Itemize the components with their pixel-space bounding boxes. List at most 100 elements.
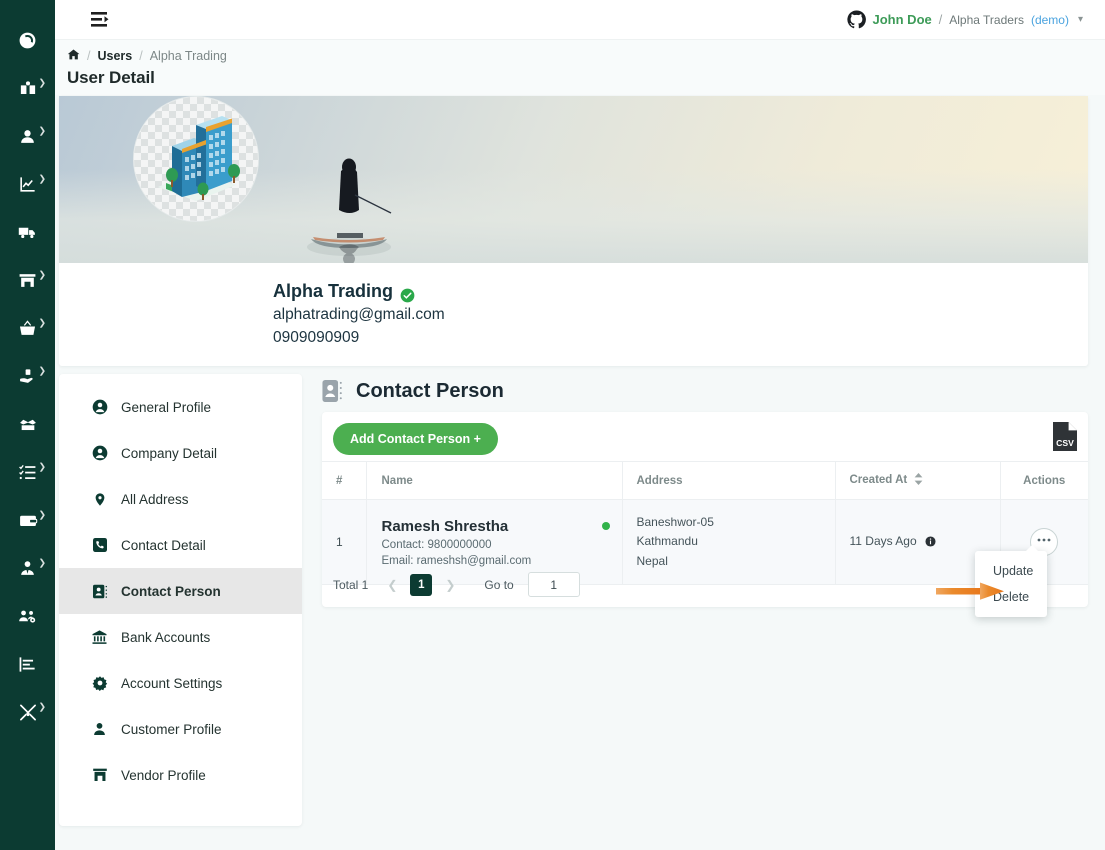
top-header-bar: John Doe / Alpha Traders (demo) ▾ <box>55 0 1105 40</box>
rail-item-catalog[interactable]: ❯ <box>0 64 55 112</box>
book-user-icon <box>18 79 38 98</box>
sidebar-item-contact-detail[interactable]: Contact Detail <box>59 522 302 568</box>
chevron-right-icon: ❯ <box>38 509 46 520</box>
office-building-illustration <box>158 116 240 201</box>
users-gear-icon <box>17 607 38 626</box>
user-name-label: John Doe <box>872 12 932 27</box>
cell-address: Baneshwor-05 Kathmandu Nepal <box>622 499 836 586</box>
org-mode-label: (demo) <box>1030 12 1069 27</box>
rail-item-tasks[interactable]: ❯ <box>0 448 55 496</box>
pagination-next-button[interactable]: ❯ <box>439 574 461 596</box>
sidebar-item-vendor-profile[interactable]: Vendor Profile <box>59 752 302 798</box>
chevron-right-icon: ❯ <box>38 365 46 376</box>
table-header: # Name Address Created At Actions <box>322 461 1088 500</box>
pagination-total: Total 1 <box>333 577 369 592</box>
user-org-separator: / <box>938 12 943 27</box>
add-contact-person-button[interactable]: Add Contact Person + <box>333 423 498 455</box>
sidebar-item-general-profile[interactable]: General Profile <box>59 384 302 430</box>
sidebar-item-company-detail[interactable]: Company Detail <box>59 430 302 476</box>
rail-item-reports[interactable]: ❯ <box>0 160 55 208</box>
verified-check-icon <box>400 284 415 302</box>
pagination-goto-input[interactable] <box>527 572 580 597</box>
chevron-down-icon[interactable]: ▾ <box>1078 14 1083 25</box>
chevron-right-icon: ❯ <box>38 173 46 184</box>
map-pin-icon <box>91 491 108 508</box>
column-header-index: # <box>322 461 367 500</box>
breadcrumb-item-users[interactable]: Users <box>97 49 132 63</box>
basket-icon <box>18 319 37 338</box>
pagination: Total 1 ❮ 1 ❯ Go to <box>333 572 580 597</box>
column-header-address: Address <box>622 461 836 500</box>
breadcrumb-title-area: / Users / Alpha Trading User Detail <box>55 40 1105 95</box>
contact-number: Contact: 9800000000 <box>381 538 492 551</box>
sort-updown-icon[interactable] <box>914 473 923 488</box>
sidebar-item-account-settings[interactable]: Account Settings <box>59 660 302 706</box>
rail-item-payments[interactable]: ❯ <box>0 352 55 400</box>
rail-item-statements[interactable] <box>0 640 55 688</box>
column-header-name: Name <box>366 461 623 500</box>
sidebar-item-label: Account Settings <box>121 675 223 691</box>
rail-item-teams[interactable] <box>0 592 55 640</box>
contact-email: Email: rameshsh@gmail.com <box>381 554 532 567</box>
store-icon <box>91 767 108 783</box>
breadcrumb-separator-2: / <box>139 49 143 63</box>
contact-person-table: # Name Address Created At Actions 1 Rame… <box>322 461 1088 586</box>
chevron-right-icon: ❯ <box>38 557 46 568</box>
rail-item-wallet[interactable]: ❯ <box>0 496 55 544</box>
chevron-right-icon: ❯ <box>38 461 46 472</box>
chevron-right-icon: ❯ <box>38 269 46 280</box>
breadcrumb-separator-1: / <box>87 49 91 63</box>
status-dot <box>601 522 610 531</box>
contact-card-icon <box>322 378 344 404</box>
sidebar-item-label: General Profile <box>121 399 212 415</box>
user-circle-icon <box>91 445 108 461</box>
dashboard-icon <box>18 31 37 50</box>
user-circle-icon <box>91 399 108 415</box>
truck-icon <box>17 223 38 242</box>
wallet-icon <box>18 511 38 530</box>
avatar <box>133 96 259 222</box>
sidebar-item-bank-accounts[interactable]: Bank Accounts <box>59 614 302 660</box>
breadcrumb: / Users / Alpha Trading <box>61 48 1105 64</box>
sidebar-item-label: All Address <box>121 491 189 507</box>
sidebar-item-contact-person[interactable]: Contact Person <box>59 568 302 614</box>
github-icon <box>846 10 866 29</box>
chevron-right-icon: ❯ <box>38 317 46 328</box>
info-circle-icon[interactable] <box>925 536 936 550</box>
sidebar-item-label: Company Detail <box>121 445 218 461</box>
rail-item-users[interactable]: ❯ <box>0 112 55 160</box>
org-name-label: Alpha Traders <box>949 12 1024 27</box>
bar-report-icon <box>18 655 37 674</box>
user-tie-icon <box>18 559 37 578</box>
profile-name: Alpha Trading <box>273 281 394 301</box>
contact-person-name: Ramesh Shrestha <box>381 517 509 535</box>
home-icon[interactable] <box>67 48 80 64</box>
name-primary-row: Ramesh Shrestha <box>382 518 622 535</box>
panel-title: Contact Person <box>356 379 504 402</box>
user-account-menu[interactable]: John Doe / Alpha Traders (demo) ▾ <box>846 10 1083 29</box>
rail-item-inventory[interactable] <box>0 400 55 448</box>
address-line-2: Kathmandu <box>636 534 698 549</box>
sidebar-item-customer-profile[interactable]: Customer Profile <box>59 706 302 752</box>
svg-text:CSV: CSV <box>1056 438 1074 448</box>
csv-export-button[interactable]: CSV <box>1052 421 1078 453</box>
pagination-page-1[interactable]: 1 <box>410 573 433 596</box>
sidebar-item-all-address[interactable]: All Address <box>59 476 302 522</box>
profile-hero-card: Alpha Trading alphatrading@gmail.com 090… <box>59 96 1088 366</box>
user-icon <box>18 127 37 146</box>
rail-item-delivery[interactable] <box>0 208 55 256</box>
column-header-created-at-label: Created At <box>849 474 908 486</box>
hand-money-icon <box>18 367 38 386</box>
menu-fold-icon[interactable] <box>91 11 111 29</box>
rail-item-tools[interactable]: ❯ <box>0 688 55 736</box>
rail-item-store[interactable]: ❯ <box>0 256 55 304</box>
pagination-prev-button[interactable]: ❮ <box>381 574 403 596</box>
column-header-created-at[interactable]: Created At <box>835 461 1001 500</box>
user-solid-icon <box>91 721 108 737</box>
store-icon <box>18 271 37 290</box>
rail-item-employees[interactable]: ❯ <box>0 544 55 592</box>
sidebar-item-label: Customer Profile <box>121 721 222 737</box>
rail-item-dashboard[interactable] <box>0 16 55 64</box>
rail-item-purchase[interactable]: ❯ <box>0 304 55 352</box>
orange-right-arrow <box>936 582 1004 600</box>
